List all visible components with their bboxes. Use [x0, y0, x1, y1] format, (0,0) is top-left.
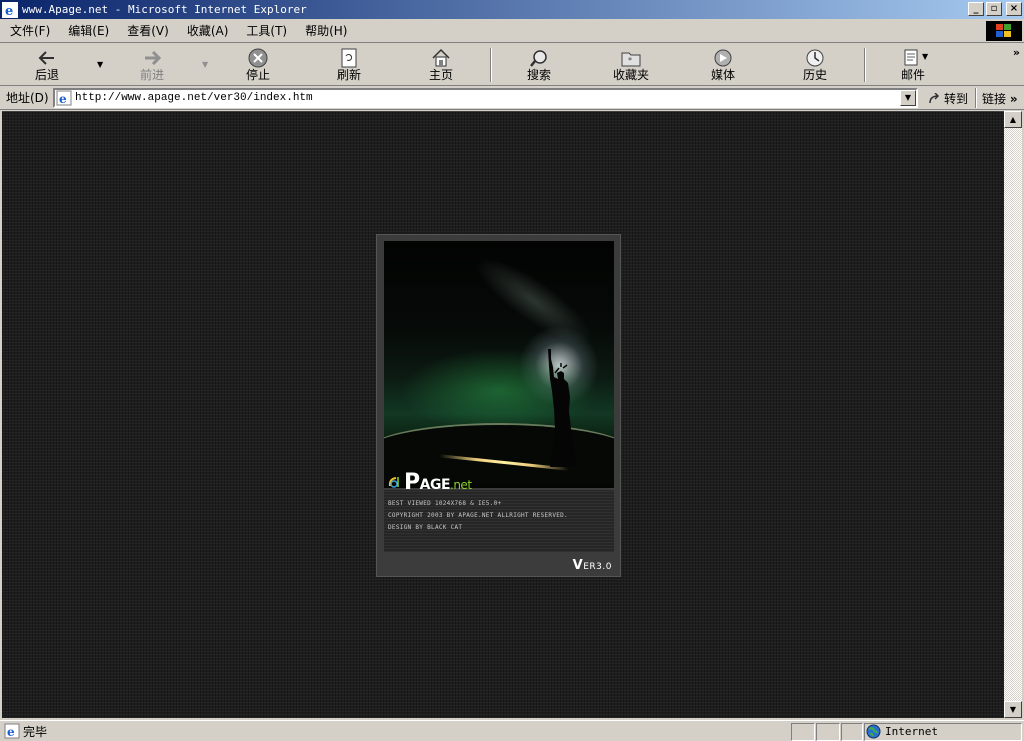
version-label: VER3.0 [573, 558, 612, 573]
address-dropdown-icon[interactable]: ▼ [900, 90, 916, 106]
restore-button[interactable]: ▫ [986, 2, 1002, 16]
forward-dropdown-icon[interactable]: ▼ [202, 60, 208, 69]
back-arrow-icon [36, 47, 58, 69]
search-icon [528, 47, 550, 69]
intro-card: PAGE.net BEST VIEWED 1024X768 & IE5.0+ C… [376, 234, 621, 577]
best-viewed-text: BEST VIEWED 1024X768 & IE5.0+ [388, 500, 502, 507]
refresh-button[interactable]: 刷新 [319, 47, 379, 85]
address-field[interactable]: e http://www.apage.net/ver30/index.htm ▼ [53, 88, 918, 108]
svg-text:e: e [5, 4, 13, 18]
minimize-button[interactable]: _ [968, 2, 984, 16]
statue-of-liberty-night-photo[interactable] [384, 241, 614, 488]
menu-file[interactable]: 文件(F) [0, 22, 59, 39]
statue-silhouette-icon [548, 349, 578, 467]
home-icon [430, 47, 452, 69]
mail-icon [902, 47, 924, 69]
scroll-down-button[interactable]: ▼ [1004, 701, 1022, 718]
favorites-button[interactable]: * 收藏夹 [601, 47, 661, 85]
menu-favorites[interactable]: 收藏(A) [178, 22, 238, 39]
scroll-up-button[interactable]: ▲ [1004, 111, 1022, 128]
version-v: V [572, 558, 584, 573]
links-more-chevron[interactable]: » [1010, 92, 1018, 106]
search-button[interactable]: 搜索 [509, 47, 569, 85]
toolbar-separator [490, 48, 492, 82]
info-panel: BEST VIEWED 1024X768 & IE5.0+ COPYRIGHT … [384, 490, 614, 552]
mail-dropdown-icon[interactable]: ▼ [922, 52, 928, 61]
zone-label: Internet [885, 725, 938, 738]
stop-label: 停止 [245, 68, 270, 82]
home-label: 主页 [428, 68, 453, 82]
svg-text:*: * [628, 56, 632, 65]
close-button[interactable]: × [1006, 2, 1022, 16]
status-panel [841, 723, 863, 741]
forward-label: 前进 [139, 68, 164, 82]
media-icon [712, 47, 734, 69]
title-bar: e www.Apage.net - Microsoft Internet Exp… [0, 0, 1024, 19]
history-label: 历史 [802, 68, 827, 82]
copyright-text: COPYRIGHT 2003 BY APAGE.NET ALLRIGHT RES… [388, 512, 568, 519]
status-panel [791, 723, 815, 741]
forward-arrow-icon [141, 47, 163, 69]
go-button[interactable]: 转到 [928, 90, 968, 107]
address-bar: 地址(D) e http://www.apage.net/ver30/index… [0, 86, 1024, 110]
history-button[interactable]: 历史 [785, 47, 845, 85]
menu-edit[interactable]: 编辑(E) [59, 22, 118, 39]
apage-logo[interactable]: PAGE.net [384, 470, 614, 495]
home-button[interactable]: 主页 [411, 47, 471, 85]
globe-icon [866, 724, 881, 739]
stop-button[interactable]: 停止 [228, 47, 288, 85]
window-title: www.Apage.net - Microsoft Internet Explo… [22, 3, 307, 16]
status-bar: e 完毕 Internet [0, 720, 1024, 741]
refresh-icon [338, 47, 360, 69]
links-button[interactable]: 链接 » [982, 90, 1018, 107]
page-content: PAGE.net BEST VIEWED 1024X768 & IE5.0+ C… [2, 111, 1004, 718]
ie-logo-icon: e [2, 1, 18, 18]
favorites-folder-icon: * [620, 47, 642, 69]
stop-icon [247, 47, 269, 69]
address-input[interactable]: http://www.apage.net/ver30/index.htm [75, 92, 313, 104]
menu-tools[interactable]: 工具(T) [237, 22, 296, 39]
links-separator [975, 88, 977, 108]
back-button[interactable]: 后退 [17, 47, 77, 85]
mail-button[interactable]: 邮件 [883, 47, 943, 85]
media-label: 媒体 [710, 68, 735, 82]
standard-toolbar: 后退 ▼ 前进 ▼ 停止 刷新 主页 搜索 * 收藏夹 媒体 历史 邮件 ▼ » [0, 44, 1024, 86]
menu-view[interactable]: 查看(V) [118, 22, 178, 39]
forward-button[interactable]: 前进 [122, 47, 182, 85]
menu-bar: 文件(F) 编辑(E) 查看(V) 收藏(A) 工具(T) 帮助(H) [0, 19, 1024, 43]
toolbar-more-chevron[interactable]: » [1013, 46, 1020, 59]
mail-label: 邮件 [900, 68, 925, 82]
back-dropdown-icon[interactable]: ▼ [97, 60, 103, 69]
version-number: ER3.0 [583, 562, 612, 572]
search-label: 搜索 [526, 68, 551, 82]
go-arrow-icon [929, 92, 940, 103]
menu-help[interactable]: 帮助(H) [296, 22, 356, 39]
apage-mark-icon [388, 477, 399, 488]
favorites-label: 收藏夹 [612, 68, 649, 82]
history-clock-icon [804, 47, 826, 69]
toolbar-separator [864, 48, 866, 82]
vertical-scrollbar[interactable]: ▲ ▼ [1004, 111, 1022, 718]
ie-page-icon: e [56, 90, 72, 106]
windows-logo-icon [986, 21, 1022, 41]
designer-credit-text: DESIGN BY BLACK CAT [388, 524, 463, 531]
links-label: 链接 [982, 92, 1007, 106]
status-main-panel [0, 723, 790, 741]
media-button[interactable]: 媒体 [693, 47, 753, 85]
refresh-label: 刷新 [336, 68, 361, 82]
address-label: 地址(D) [6, 91, 49, 105]
status-panel [816, 723, 840, 741]
svg-text:e: e [59, 92, 67, 106]
security-zone: Internet [866, 724, 938, 739]
back-label: 后退 [34, 68, 59, 82]
go-label: 转到 [944, 92, 969, 106]
